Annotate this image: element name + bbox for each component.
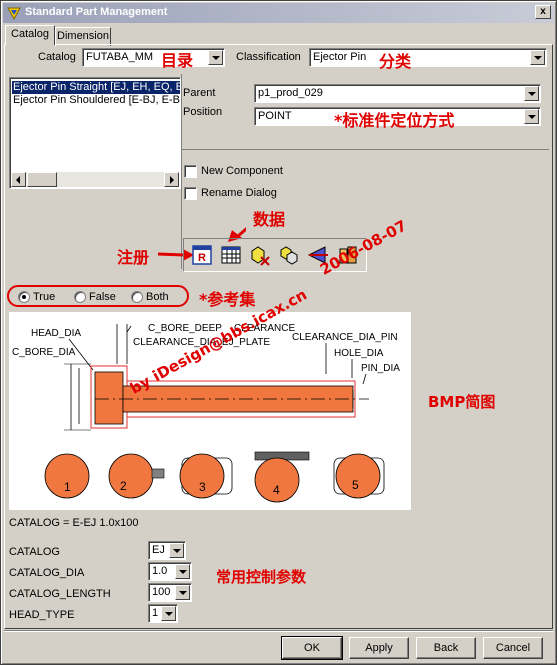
copy-component-icon[interactable]	[278, 244, 300, 266]
data-cn-annotation: 数据	[253, 210, 286, 229]
scroll-left-icon[interactable]	[11, 172, 26, 187]
false-radio-label: False	[89, 291, 116, 303]
ok-button[interactable]: OK	[281, 636, 343, 660]
apply-button[interactable]: Apply	[349, 637, 409, 659]
param-head-type-label: HEAD_TYPE	[9, 609, 75, 621]
false-radio[interactable]	[74, 291, 86, 303]
section-3-label: 3	[199, 480, 206, 494]
rename-dialog-label: Rename Dialog	[201, 187, 277, 199]
tab-catalog-label: Catalog	[11, 28, 49, 40]
chevron-down-icon[interactable]	[524, 109, 539, 124]
list-item[interactable]: Ejector Pin Straight [EJ, EH, EQ, E	[12, 81, 180, 94]
parent-value: p1_prod_029	[258, 87, 323, 99]
scroll-right-icon[interactable]	[164, 172, 179, 187]
footer-divider	[4, 630, 553, 632]
position-label: Position	[183, 106, 223, 118]
classification-cn-annotation: 分类	[379, 52, 412, 71]
section-4-label: 4	[273, 483, 280, 497]
clearance-dia-pin-label: CLEARANCE_DIA_PIN	[292, 332, 398, 343]
position-cn-annotation: *标准件定位方式	[334, 111, 455, 130]
catalog-select[interactable]: FUTABA_MM	[82, 48, 225, 67]
section-1-label: 1	[64, 480, 71, 494]
part-type-list[interactable]: Ejector Pin Straight [EJ, EH, EQ, E Ejec…	[9, 77, 181, 189]
catalog-value: FUTABA_MM	[86, 51, 154, 63]
section-2-label: 2	[120, 479, 127, 493]
chevron-down-icon[interactable]	[530, 50, 545, 65]
parent-select[interactable]: p1_prod_029	[254, 84, 541, 103]
register-cn-annotation: 注册	[117, 248, 150, 267]
c-bore-dia-label: C_BORE_DIA	[12, 347, 76, 358]
classification-value: Ejector Pin	[313, 51, 367, 63]
param-catalog-length-label: CATALOG_LENGTH	[9, 588, 111, 600]
svg-text:R: R	[198, 252, 206, 264]
param-catalog-length-select[interactable]: 100	[148, 583, 192, 602]
head-dia-label: HEAD_DIA	[31, 328, 81, 339]
standard-part-management-dialog: Standard Part Management x Catalog Dimen…	[0, 0, 557, 665]
list-item[interactable]: Ejector Pin Shouldered [E-BJ, E-BH	[12, 94, 180, 107]
bmp-cn-annotation: BMP简图	[428, 393, 496, 411]
title-bar[interactable]: Standard Part Management x	[3, 3, 554, 23]
true-radio[interactable]	[18, 291, 30, 303]
parent-label: Parent	[183, 87, 216, 99]
catalog-cn-annotation: 目录	[161, 51, 194, 70]
classification-select[interactable]: Ejector Pin	[309, 48, 547, 67]
table-icon[interactable]	[220, 244, 242, 266]
params-cn-annotation: 常用控制参数	[216, 568, 307, 586]
param-head-type-value: 1	[152, 607, 159, 619]
new-component-label: New Component	[201, 165, 283, 177]
section-5-label: 5	[352, 478, 359, 492]
rename-dialog-checkbox[interactable]	[184, 187, 197, 200]
new-component-checkbox[interactable]	[184, 165, 197, 178]
both-radio-label: Both	[146, 291, 169, 303]
chevron-down-icon[interactable]	[169, 543, 184, 558]
pin-dia-label: PIN_DIA	[361, 363, 400, 374]
tab-catalog[interactable]: Catalog	[5, 25, 55, 45]
divider	[181, 149, 549, 150]
param-catalog-select[interactable]: EJ	[148, 541, 186, 560]
reference-cn-annotation: *参考集	[199, 290, 256, 309]
param-catalog-dia-label: CATALOG_DIA	[9, 567, 85, 579]
position-value: POINT	[258, 110, 292, 122]
catalog-label: Catalog	[38, 51, 76, 63]
horizontal-scrollbar[interactable]	[11, 172, 179, 187]
param-catalog-value: EJ	[152, 544, 165, 556]
scroll-thumb[interactable]	[27, 172, 57, 187]
both-radio[interactable]	[131, 291, 143, 303]
classification-label: Classification	[236, 51, 301, 63]
close-icon[interactable]: x	[535, 5, 551, 19]
window-title: Standard Part Management	[25, 6, 168, 18]
chevron-down-icon[interactable]	[524, 86, 539, 101]
cancel-button[interactable]: Cancel	[483, 637, 543, 659]
param-catalog-dia-value: 1.0	[152, 565, 168, 577]
hole-dia-label: HOLE_DIA	[334, 348, 384, 359]
c-bore-deep-label: C_BORE_DEEP	[148, 323, 222, 334]
tab-dimension-label: Dimension	[57, 30, 109, 42]
param-catalog-length-value: 100	[152, 586, 171, 598]
param-head-type-select[interactable]: 1	[148, 604, 178, 623]
register-icon[interactable]: R	[191, 244, 213, 266]
chevron-down-icon[interactable]	[208, 50, 223, 65]
chevron-down-icon[interactable]	[175, 564, 190, 579]
true-radio-label: True	[33, 291, 56, 303]
chevron-down-icon[interactable]	[175, 585, 190, 600]
back-button[interactable]: Back	[416, 637, 476, 659]
param-catalog-label: CATALOG	[9, 546, 60, 558]
chevron-down-icon[interactable]	[161, 606, 176, 621]
delete-component-icon[interactable]	[249, 244, 271, 266]
param-catalog-dia-select[interactable]: 1.0	[148, 562, 192, 581]
catalog-string: CATALOG = E-EJ 1.0x100	[9, 517, 139, 529]
app-icon	[7, 7, 21, 21]
